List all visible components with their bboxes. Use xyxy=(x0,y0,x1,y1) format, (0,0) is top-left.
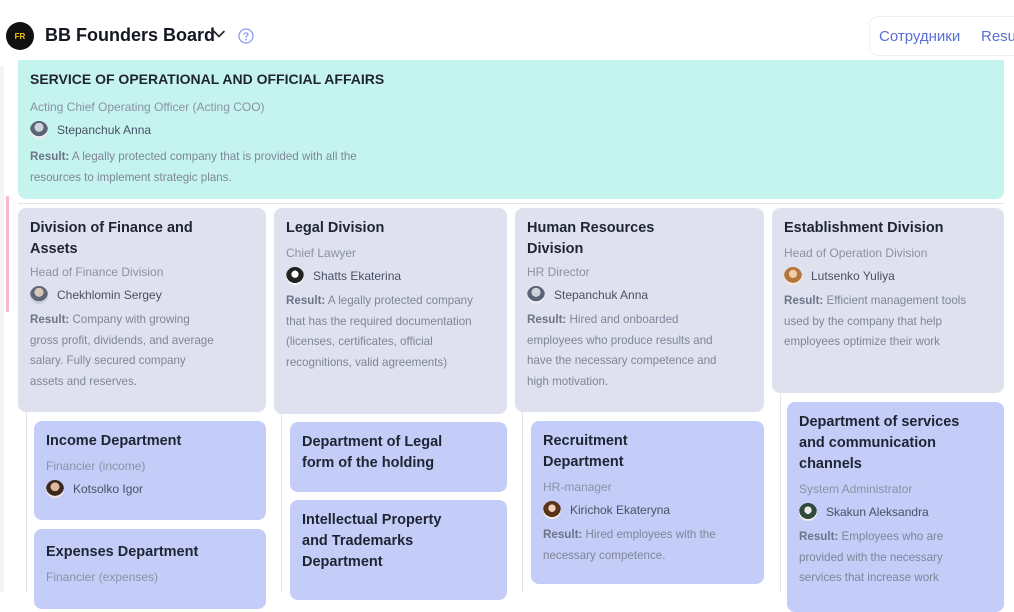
department-title: Department of Legal form of the holding xyxy=(302,434,443,471)
division-result: Result: Company with growing gross profi… xyxy=(30,310,220,392)
service-card[interactable]: SERVICE OF OPERATIONAL AND OFFICIAL AFFA… xyxy=(18,60,1004,199)
department-result: Result: Hired employees with the necessa… xyxy=(543,525,743,566)
tab-results[interactable]: Resu xyxy=(981,28,1014,45)
avatar xyxy=(30,121,48,139)
avatar xyxy=(30,286,48,304)
division-person[interactable]: Shatts Ekaterina xyxy=(286,267,495,285)
top-bar: FR BB Founders Board Сотрудники Resu xyxy=(0,0,1014,66)
tab-employees[interactable]: Сотрудники xyxy=(879,28,960,45)
division-person[interactable]: Stepanchuk Anna xyxy=(527,286,752,304)
department-person[interactable]: Skakun Aleksandra xyxy=(799,503,992,521)
person-name: Shatts Ekaterina xyxy=(313,269,402,283)
division-card-establishment[interactable]: Establishment Division Head of Operation… xyxy=(772,208,1004,393)
department-card-expenses[interactable]: Expenses Department Financier (expenses) xyxy=(34,529,266,609)
result-label: Result: xyxy=(30,313,70,326)
division-card-finance[interactable]: Division of Finance and Assets Head of F… xyxy=(18,208,266,412)
department-title: Department of services and communication… xyxy=(799,414,960,472)
department-title: Expenses Department xyxy=(46,544,199,560)
division-role: Head of Operation Division xyxy=(784,246,928,260)
service-result: Result: A legally protected company that… xyxy=(30,147,410,188)
service-role: Acting Chief Operating Officer (Acting C… xyxy=(30,100,265,114)
result-text: A legally protected company that is prov… xyxy=(30,150,357,184)
help-icon[interactable] xyxy=(238,28,254,44)
division-card-hr[interactable]: Human Resources Division HR Director Ste… xyxy=(515,208,764,412)
left-scroll-edge xyxy=(0,66,4,592)
division-role: HR Director xyxy=(527,265,590,279)
department-person[interactable]: Kotsolko Igor xyxy=(46,480,254,498)
connector-line xyxy=(26,412,27,592)
department-card-legal-form[interactable]: Department of Legal form of the holding xyxy=(290,422,507,492)
division-title: Division of Finance and Assets xyxy=(30,220,193,257)
division-role: Chief Lawyer xyxy=(286,246,357,260)
department-role: Financier (income) xyxy=(46,459,146,473)
division-person[interactable]: Chekhlomin Sergey xyxy=(30,286,254,304)
division-title: Establishment Division xyxy=(784,220,944,236)
board-logo[interactable]: FR xyxy=(6,22,34,50)
department-role: Financier (expenses) xyxy=(46,570,159,584)
division-result: Result: Efficient management tools used … xyxy=(784,291,974,353)
result-label: Result: xyxy=(286,294,326,307)
chevron-down-icon[interactable] xyxy=(212,27,226,41)
avatar xyxy=(286,267,304,285)
division-result: Result: Hired and onboarded employees wh… xyxy=(527,310,727,392)
result-label: Result: xyxy=(30,150,70,163)
person-name: Stepanchuk Anna xyxy=(554,288,649,302)
connector-line xyxy=(281,414,282,592)
service-title: SERVICE OF OPERATIONAL AND OFFICIAL AFFA… xyxy=(30,71,385,87)
department-card-recruitment[interactable]: Recruitment Department HR-manager Kirich… xyxy=(531,421,764,584)
result-label: Result: xyxy=(784,294,824,307)
board-title[interactable]: BB Founders Board xyxy=(45,25,215,46)
person-name: Skakun Aleksandra xyxy=(826,505,929,519)
connector-line xyxy=(522,412,523,592)
avatar xyxy=(46,480,64,498)
department-role: HR-manager xyxy=(543,480,612,494)
department-role: System Administrator xyxy=(799,482,913,496)
department-title: Income Department xyxy=(46,433,182,449)
department-person[interactable]: Kirichok Ekateryna xyxy=(543,501,752,519)
division-title: Human Resources Division xyxy=(527,220,655,257)
person-name: Stepanchuk Anna xyxy=(57,123,152,137)
branch-marker xyxy=(6,196,9,312)
avatar xyxy=(784,267,802,285)
avatar xyxy=(527,286,545,304)
department-card-income[interactable]: Income Department Financier (income) Kot… xyxy=(34,421,266,520)
person-name: Kotsolko Igor xyxy=(73,482,144,496)
department-card-ip[interactable]: Intellectual Property and Trademarks Dep… xyxy=(290,500,507,600)
department-result: Result: Employees who are provided with … xyxy=(799,527,979,589)
department-title: Intellectual Property and Trademarks Dep… xyxy=(302,512,442,570)
person-name: Lutsenko Yuliya xyxy=(811,269,895,283)
result-label: Result: xyxy=(527,313,567,326)
collapse-notch xyxy=(4,175,18,191)
logo-text: FR xyxy=(14,31,26,41)
result-label: Result: xyxy=(799,530,839,543)
service-person[interactable]: Stepanchuk Anna xyxy=(30,121,992,139)
department-card-services[interactable]: Department of services and communication… xyxy=(787,402,1004,612)
person-name: Chekhlomin Sergey xyxy=(57,288,162,302)
division-result: Result: A legally protected company that… xyxy=(286,291,476,373)
avatar xyxy=(799,503,817,521)
division-person[interactable]: Lutsenko Yuliya xyxy=(784,267,992,285)
person-name: Kirichok Ekateryna xyxy=(570,503,671,517)
avatar xyxy=(543,501,561,519)
division-title: Legal Division xyxy=(286,220,385,236)
result-label: Result: xyxy=(543,528,583,541)
division-card-legal[interactable]: Legal Division Chief Lawyer Shatts Ekate… xyxy=(274,208,507,414)
connector-line xyxy=(780,394,781,592)
connector-line xyxy=(18,203,1004,204)
division-role: Head of Finance Division xyxy=(30,265,164,279)
department-title: Recruitment Department xyxy=(543,433,628,470)
